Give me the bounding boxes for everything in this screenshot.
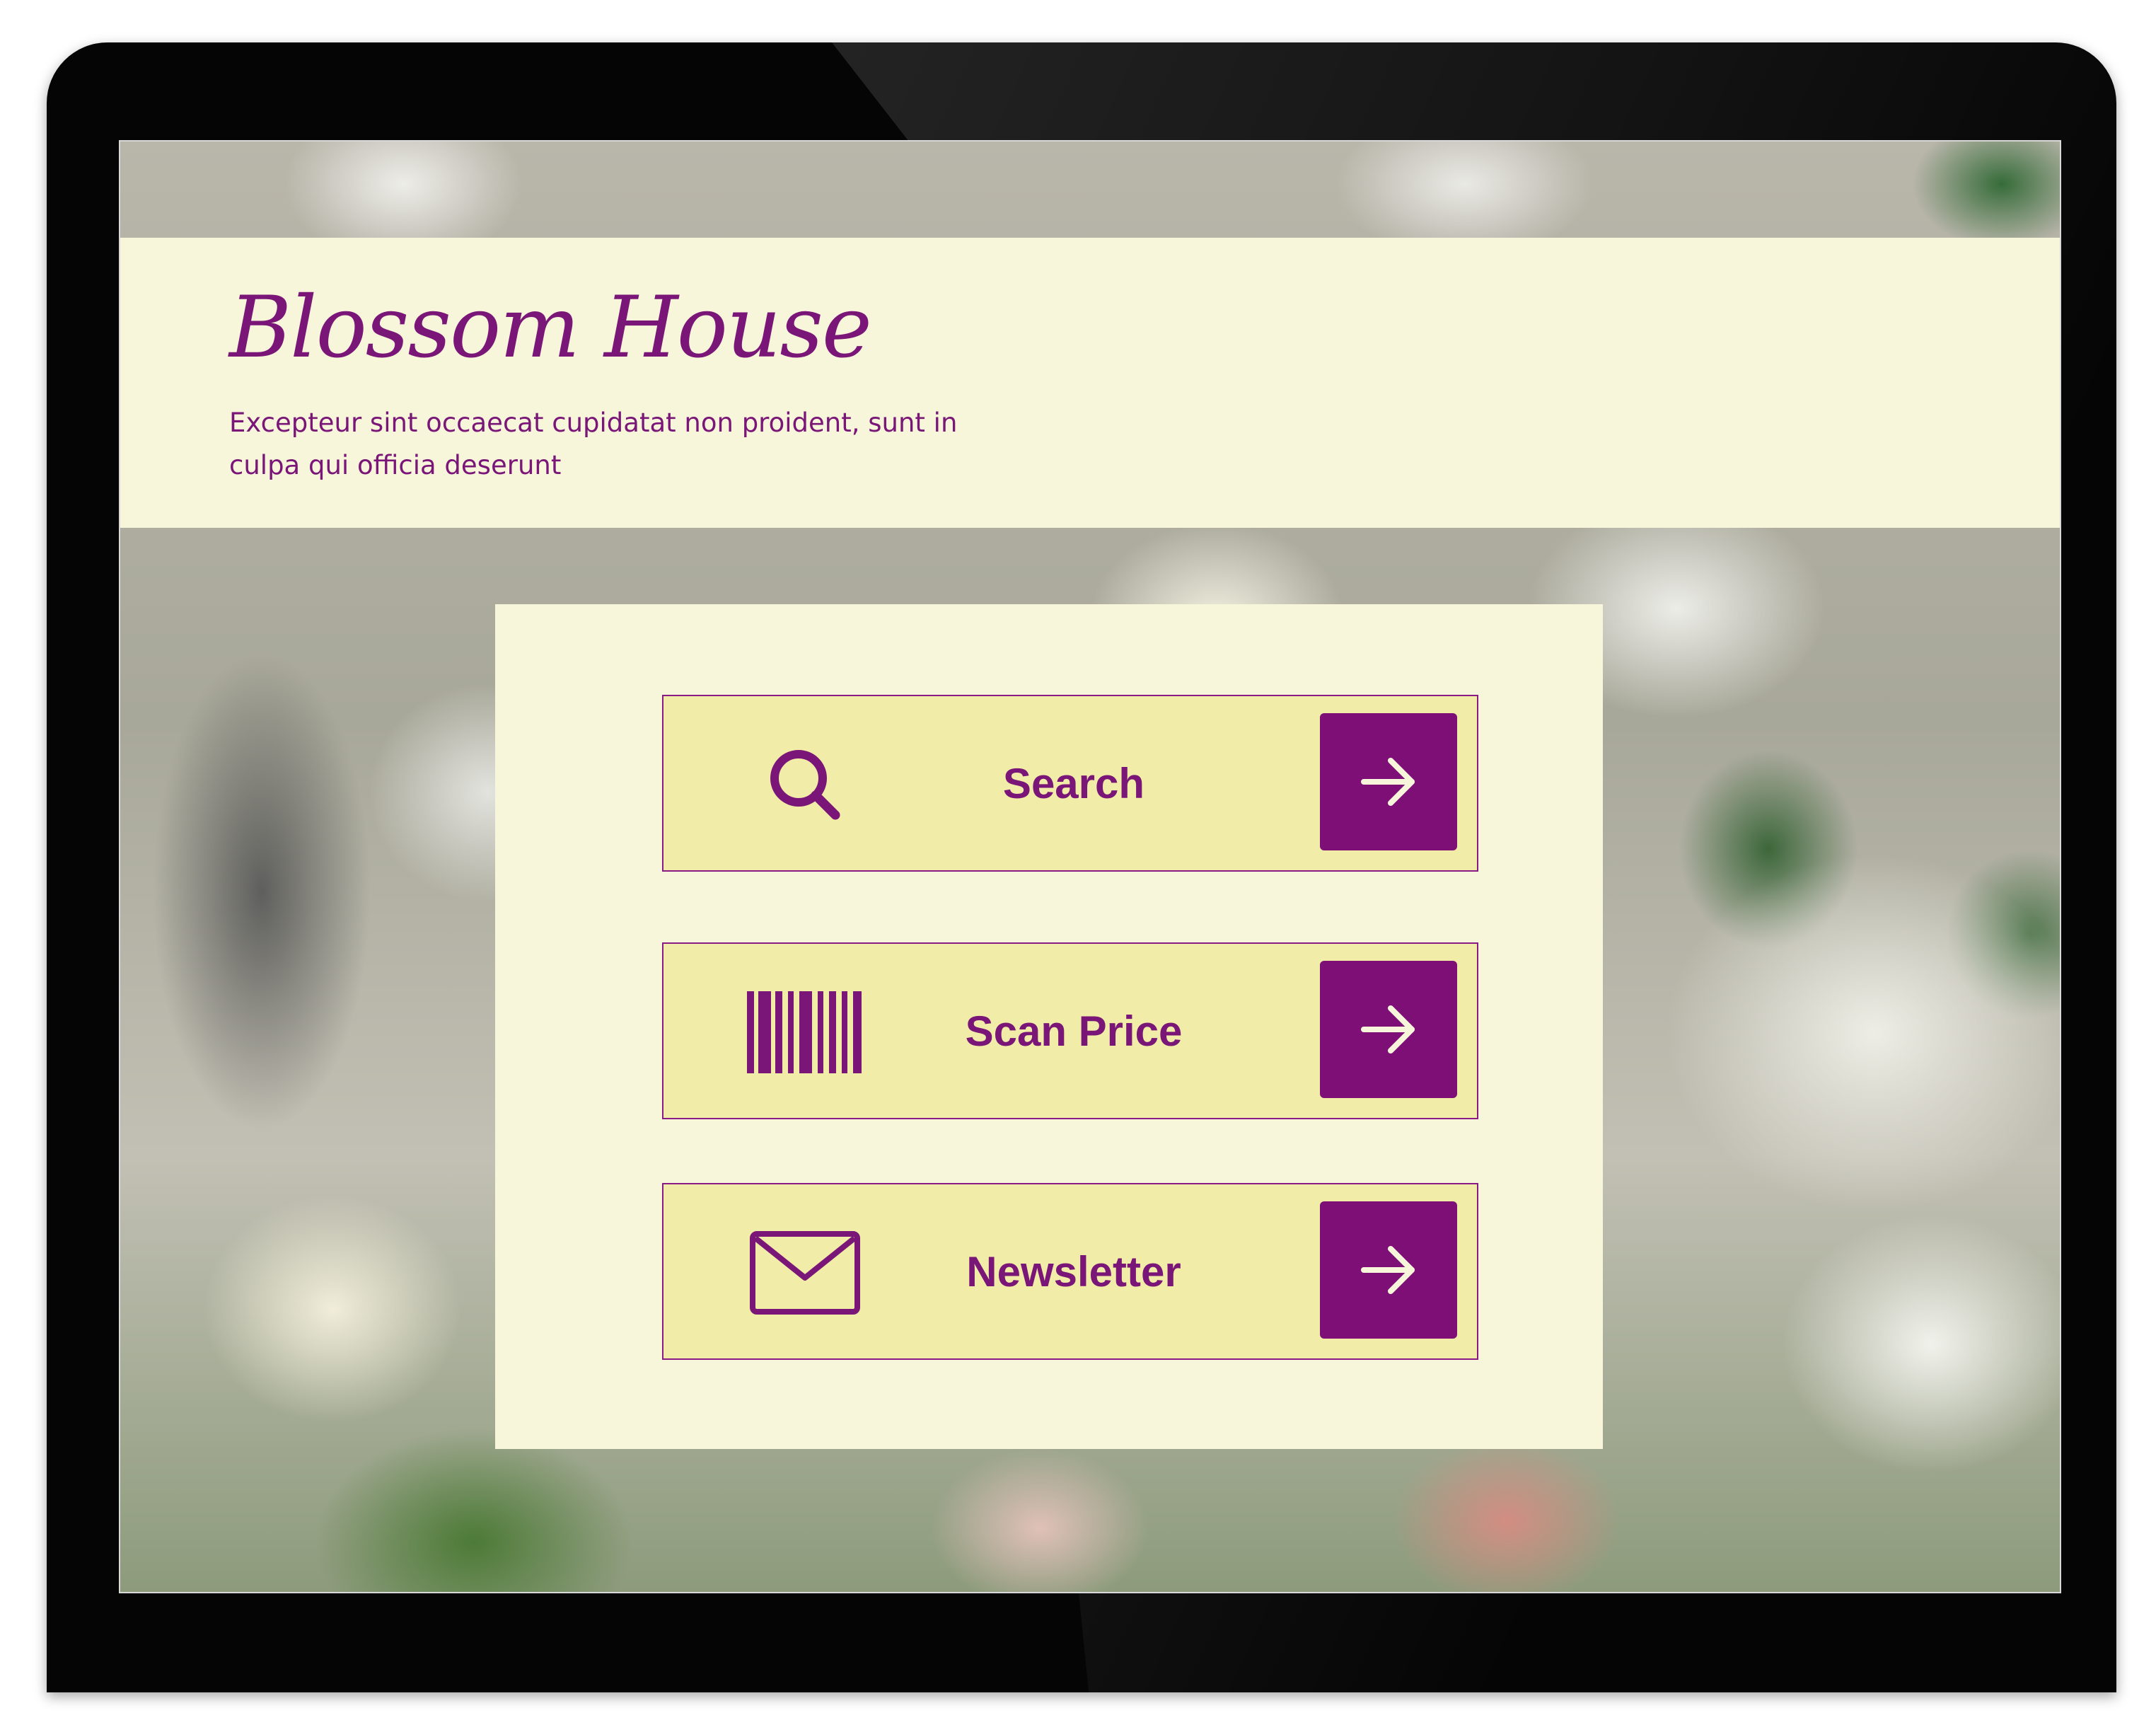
search-icon [741,737,869,832]
newsletter-tile[interactable]: Newsletter [662,1183,1478,1360]
header-banner: Blossom House Excepteur sint occaecat cu… [120,238,2060,528]
scan-price-label: Scan Price [965,1007,1183,1055]
arrow-right-icon [1361,758,1415,806]
envelope-icon [741,1225,869,1320]
search-tile[interactable]: Search [662,695,1478,872]
device-frame: Blossom House Excepteur sint occaecat cu… [47,42,2116,1692]
brand-title: Blossom House [229,279,872,377]
newsletter-label: Newsletter [966,1247,1181,1295]
tagline: Excepteur sint occaecat cupidatat non pr… [229,408,958,480]
menu-panel: Search Scan Price Newsletter [495,604,1603,1449]
arrow-right-icon [1361,1005,1415,1053]
barcode-icon [741,985,869,1080]
scan-price-go-button[interactable] [1320,961,1457,1098]
scan-price-tile[interactable]: Scan Price [662,942,1478,1119]
search-label: Search [1002,759,1145,807]
newsletter-go-button[interactable] [1320,1201,1457,1339]
app-screen: Blossom House Excepteur sint occaecat cu… [119,140,2061,1593]
search-go-button[interactable] [1320,713,1457,850]
arrow-right-icon [1361,1246,1415,1294]
